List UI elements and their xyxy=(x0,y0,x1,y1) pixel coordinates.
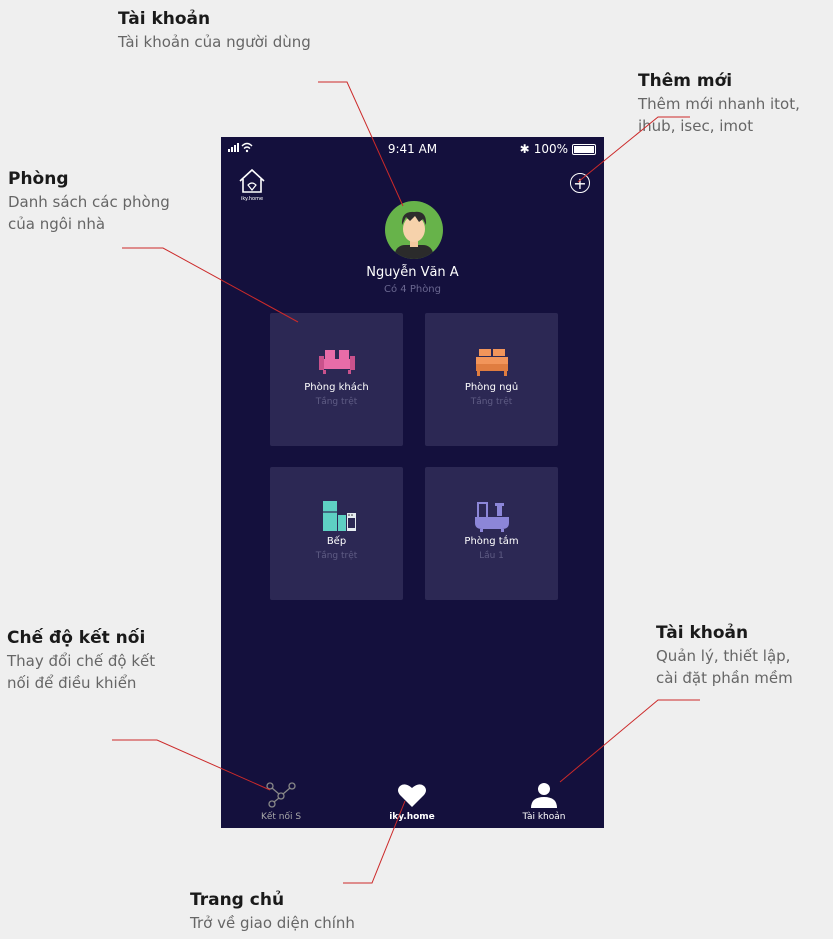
battery-icon xyxy=(572,143,596,155)
avatar[interactable] xyxy=(385,201,443,259)
annotation-account-bottom: Tài khoản Quản lý, thiết lập, cài đặt ph… xyxy=(656,621,793,689)
annotation-add-new: Thêm mới Thêm mới nhanh itot, ihub, isec… xyxy=(638,69,800,137)
phone-screen: 9:41 AM ✱ 100% iky.home + Nguyễn Văn A C… xyxy=(221,137,604,828)
annotation-title: Chế độ kết nối xyxy=(7,628,146,648)
annotation-title: Tài khoản xyxy=(118,9,211,29)
annotation-rooms: Phòng Danh sách các phòng của ngôi nhà xyxy=(8,167,170,235)
bed-icon xyxy=(475,349,508,376)
person-icon xyxy=(531,783,557,808)
room-card-bathroom[interactable]: Phòng tắm Lầu 1 xyxy=(425,467,558,600)
bottom-nav: Kết nối S iky.home Tài khoản xyxy=(221,768,604,828)
annotation-desc: Tài khoản của người dùng xyxy=(118,33,311,51)
annotation-title: Trang chủ xyxy=(190,890,285,910)
room-card-living[interactable]: Phòng khách Tầng trệt xyxy=(270,313,403,446)
annotation-desc-1: Thay đổi chế độ kết xyxy=(7,652,156,670)
room-floor: Tầng trệt xyxy=(470,397,513,407)
connection-icon xyxy=(266,782,296,808)
annotation-desc-2: nối để điều khiển xyxy=(7,674,137,692)
room-floor: Tầng trệt xyxy=(315,551,358,561)
room-name: Phòng khách xyxy=(304,382,369,393)
home-icon xyxy=(239,168,265,193)
annotation-title: Tài khoản xyxy=(656,623,749,643)
logo-caption: iky.home xyxy=(240,196,264,202)
plus-icon: + xyxy=(573,174,587,193)
annotation-title: Thêm mới xyxy=(638,71,733,91)
status-bar: 9:41 AM ✱ 100% xyxy=(221,137,604,161)
user-name: Nguyễn Văn A xyxy=(366,265,459,280)
heart-icon xyxy=(398,784,426,807)
nav-label: Tài khoản xyxy=(522,812,566,822)
user-avatar-icon xyxy=(395,211,433,259)
kitchen-icon xyxy=(322,501,356,531)
bathtub-icon xyxy=(474,502,509,532)
room-name: Phòng tắm xyxy=(464,536,519,547)
annotation-desc-2: ihub, isec, imot xyxy=(638,117,754,135)
annotation-title: Phòng xyxy=(8,169,69,189)
room-card-bedroom[interactable]: Phòng ngủ Tầng trệt xyxy=(425,313,558,446)
nav-connection[interactable]: Kết nối S xyxy=(236,782,326,822)
annotation-home: Trang chủ Trở về giao diện chính xyxy=(190,888,355,934)
annotation-desc-1: Thêm mới nhanh itot, xyxy=(638,95,800,113)
battery-indicator: ✱ 100% xyxy=(520,142,596,156)
nav-label: Kết nối S xyxy=(260,812,302,822)
annotation-connect-mode: Chế độ kết nối Thay đổi chế độ kết nối đ… xyxy=(7,626,155,694)
room-name: Phòng ngủ xyxy=(464,382,519,393)
annotation-desc-2: của ngôi nhà xyxy=(8,215,106,233)
room-floor: Lầu 1 xyxy=(479,551,504,561)
nav-label: iky.home xyxy=(389,812,435,822)
nav-home[interactable]: iky.home xyxy=(367,782,457,822)
nav-account[interactable]: Tài khoản xyxy=(499,782,589,822)
room-floor: Tầng trệt xyxy=(315,397,358,407)
annotation-desc: Trở về giao diện chính xyxy=(190,914,355,932)
room-name: Bếp xyxy=(326,536,347,547)
bluetooth-icon: ✱ xyxy=(519,142,530,156)
rooms-count: Có 4 Phòng xyxy=(384,284,441,295)
battery-percent: 100% xyxy=(533,142,568,156)
annotation-account-top: Tài khoản Tài khoản của người dùng xyxy=(118,7,311,53)
annotation-desc-2: cài đặt phần mềm xyxy=(656,669,793,687)
annotation-desc-1: Danh sách các phòng xyxy=(8,193,170,211)
add-new-button[interactable]: + xyxy=(570,173,590,193)
annotation-desc-1: Quản lý, thiết lập, xyxy=(656,647,791,665)
app-logo[interactable]: iky.home xyxy=(235,167,269,203)
sofa-icon xyxy=(318,350,355,374)
room-card-kitchen[interactable]: Bếp Tầng trệt xyxy=(270,467,403,600)
